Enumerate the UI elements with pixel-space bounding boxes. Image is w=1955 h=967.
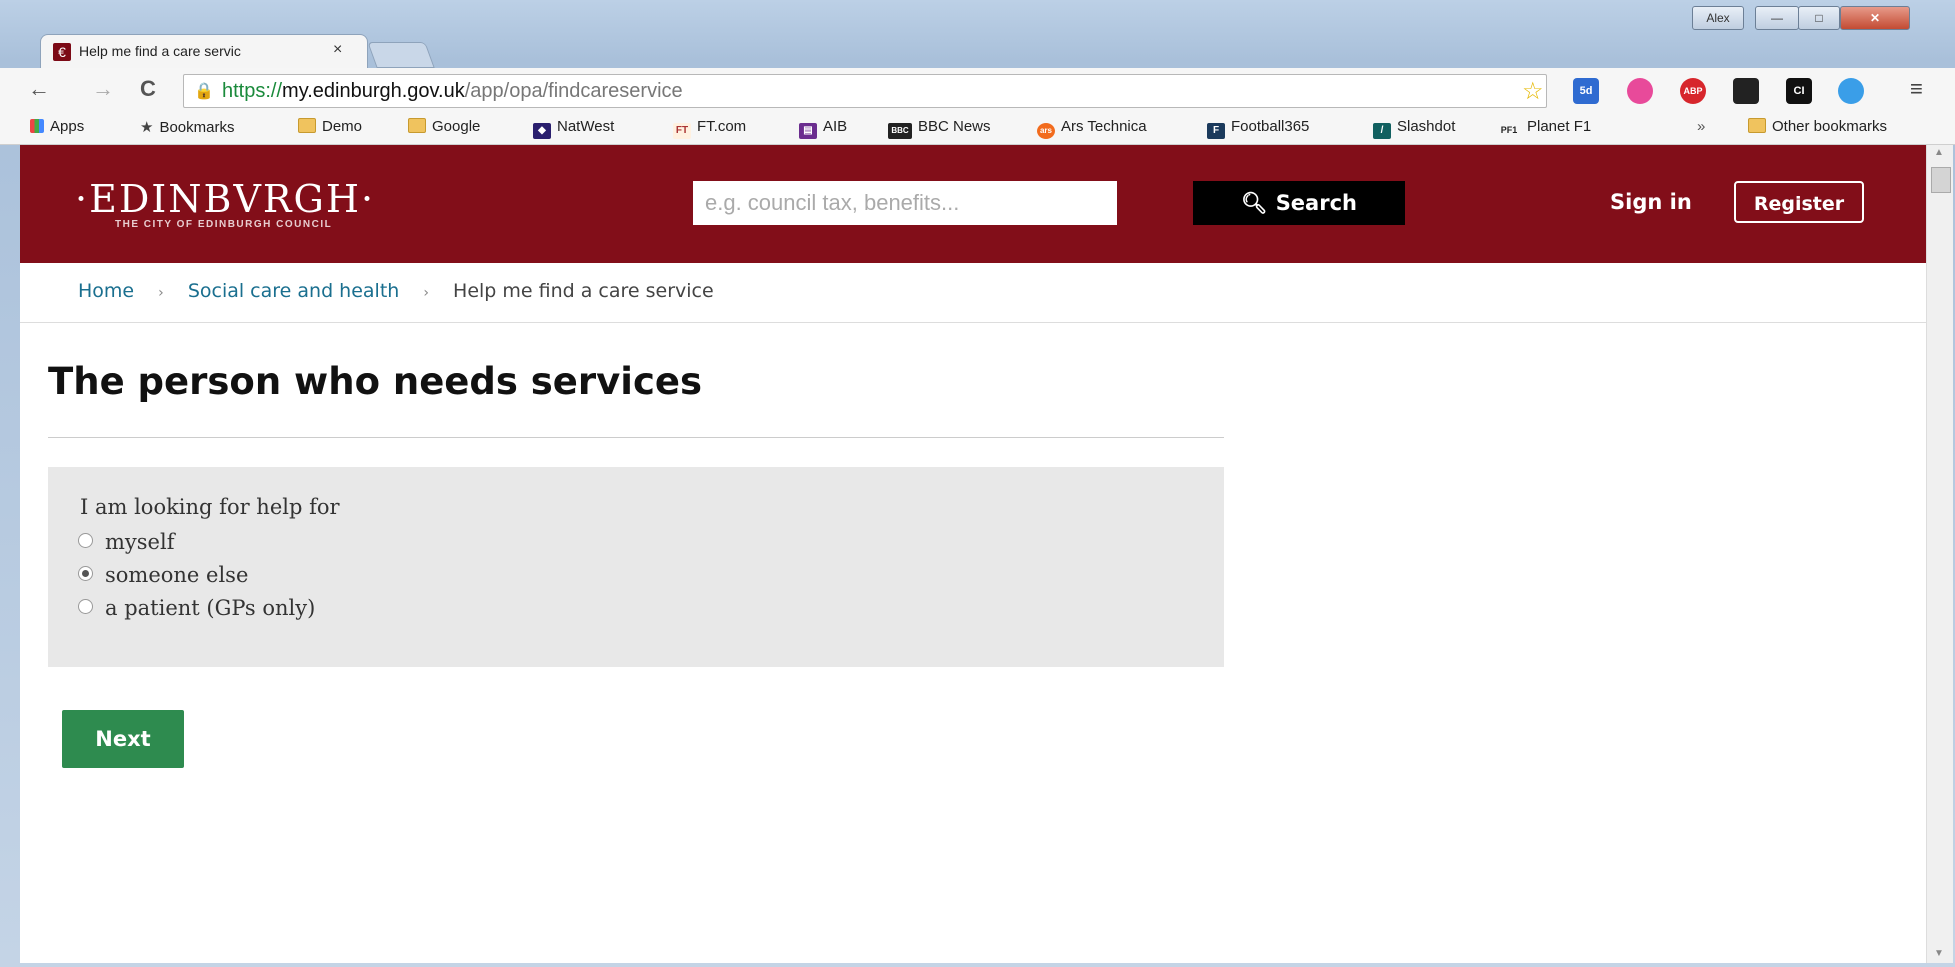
scrollbar-thumb[interactable] <box>1931 167 1951 193</box>
scroll-up-icon[interactable]: ▲ <box>1934 147 1944 158</box>
browser-window: Alex — □ ✕ € Help me find a care servic … <box>0 0 1955 967</box>
question-label: I am looking for help for <box>80 495 340 519</box>
site-header: ·EDINBVRGH· THE CITY OF EDINBURGH COUNCI… <box>20 145 1926 263</box>
radio-patient[interactable] <box>78 599 93 614</box>
slashdot-icon: / <box>1373 123 1391 139</box>
5d-extension-icon[interactable]: 5d <box>1573 78 1599 104</box>
bookmark-natwest[interactable]: ◆ NatWest <box>533 118 614 139</box>
address-bar[interactable]: 🔒 https://my.edinburgh.gov.uk/app/opa/fi… <box>183 74 1547 108</box>
forward-arrow-icon[interactable]: → <box>92 76 114 102</box>
ft-icon: FT <box>673 123 691 139</box>
bookmark-bbc-news[interactable]: BBC BBC News <box>888 118 991 139</box>
bookmark-other[interactable]: Other bookmarks <box>1748 118 1887 135</box>
dark-mode-icon[interactable] <box>1733 78 1759 104</box>
breadcrumb-home[interactable]: Home <box>78 280 134 302</box>
ars-icon: ars <box>1037 123 1055 139</box>
breadcrumb-separator-icon: › <box>423 285 429 301</box>
tab-title: Help me find a care servic <box>79 43 241 59</box>
apps-grid-icon <box>30 119 44 133</box>
page-title: The person who needs services <box>48 360 703 403</box>
aib-icon: ▤ <box>799 123 817 139</box>
maximize-button[interactable]: □ <box>1798 6 1840 30</box>
bbc-icon: BBC <box>888 123 912 139</box>
window-close-button[interactable]: ✕ <box>1840 6 1910 30</box>
profile-badge[interactable]: Alex <box>1692 6 1744 30</box>
bookmark-football365[interactable]: F Football365 <box>1207 118 1309 139</box>
breadcrumb-divider <box>20 322 1926 323</box>
bookmarks-overflow-chevron-icon[interactable]: » <box>1697 118 1705 135</box>
football365-icon: F <box>1207 123 1225 139</box>
reload-icon[interactable]: C <box>140 76 156 102</box>
search-icon: 🔍︎ <box>1241 190 1268 215</box>
help-for-fieldset: I am looking for help for myself someone… <box>48 467 1224 667</box>
option-someone-else[interactable]: someone else <box>78 563 248 587</box>
register-button[interactable]: Register <box>1734 181 1864 223</box>
title-divider <box>48 437 1224 438</box>
minimize-button[interactable]: — <box>1755 6 1799 30</box>
radio-someone-else[interactable] <box>78 566 93 581</box>
color-wheel-icon[interactable] <box>1627 78 1653 104</box>
bookmark-star-icon[interactable]: ☆ <box>1522 77 1544 106</box>
url-text: https://my.edinburgh.gov.uk/app/opa/find… <box>222 80 683 102</box>
lock-icon: 🔒 <box>194 83 214 100</box>
breadcrumb-social-care[interactable]: Social care and health <box>188 280 400 302</box>
adblock-plus-icon[interactable]: ABP <box>1680 78 1706 104</box>
site-search-input[interactable] <box>693 181 1117 225</box>
ci-icon[interactable]: CI <box>1786 78 1812 104</box>
folder-icon <box>408 118 426 133</box>
bookmarks-bar: Apps ★ Bookmarks Demo Google ◆ NatWest FT F… <box>0 112 1955 145</box>
back-arrow-icon[interactable]: ← <box>28 76 50 102</box>
edinburgh-logo[interactable]: ·EDINBVRGH· <box>75 177 375 221</box>
folder-icon <box>1748 118 1766 133</box>
breadcrumb: Home › Social care and health › Help me … <box>78 280 714 302</box>
bookmark-ft[interactable]: FT FT.com <box>673 118 746 139</box>
bookmark-aib[interactable]: ▤ AIB <box>799 118 847 139</box>
browser-tab[interactable]: € Help me find a care servic × <box>40 34 368 69</box>
new-tab-button[interactable] <box>367 42 435 68</box>
next-button[interactable]: Next <box>62 710 184 768</box>
sign-in-link[interactable]: Sign in <box>1610 190 1692 214</box>
radio-myself[interactable] <box>78 533 93 548</box>
planet-f1-icon: PF1 <box>1497 122 1521 138</box>
bookmark-apps[interactable]: Apps <box>30 118 84 135</box>
search-button[interactable]: 🔍︎ Search <box>1193 181 1405 225</box>
option-myself[interactable]: myself <box>78 530 174 554</box>
menu-icon[interactable]: ≡ <box>1910 76 1923 102</box>
option-patient[interactable]: a patient (GPs only) <box>78 596 315 620</box>
breadcrumb-current: Help me find a care service <box>453 280 714 302</box>
logo-subtitle: THE CITY OF EDINBURGH COUNCIL <box>115 219 333 230</box>
bookmark-ars-technica[interactable]: ars Ars Technica <box>1037 118 1147 139</box>
edinburgh-favicon-icon: € <box>53 43 71 61</box>
breadcrumb-separator-icon: › <box>158 285 164 301</box>
natwest-icon: ◆ <box>533 123 551 139</box>
star-icon: ★ <box>140 119 154 136</box>
bookmark-planet-f1[interactable]: PF1 Planet F1 <box>1497 118 1591 138</box>
web-page: ·EDINBVRGH· THE CITY OF EDINBURGH COUNCI… <box>20 145 1926 963</box>
cloud-icon[interactable] <box>1838 78 1864 104</box>
scroll-down-icon[interactable]: ▼ <box>1934 948 1944 959</box>
bookmark-demo[interactable]: Demo <box>298 118 362 135</box>
folder-icon <box>298 118 316 133</box>
bookmark-google[interactable]: Google <box>408 118 480 135</box>
bookmark-bookmarks[interactable]: ★ Bookmarks <box>140 118 234 136</box>
bookmark-slashdot[interactable]: / Slashdot <box>1373 118 1455 139</box>
page-scrollbar[interactable]: ▲ ▼ <box>1926 145 1953 963</box>
tab-close-icon[interactable]: × <box>333 41 342 59</box>
